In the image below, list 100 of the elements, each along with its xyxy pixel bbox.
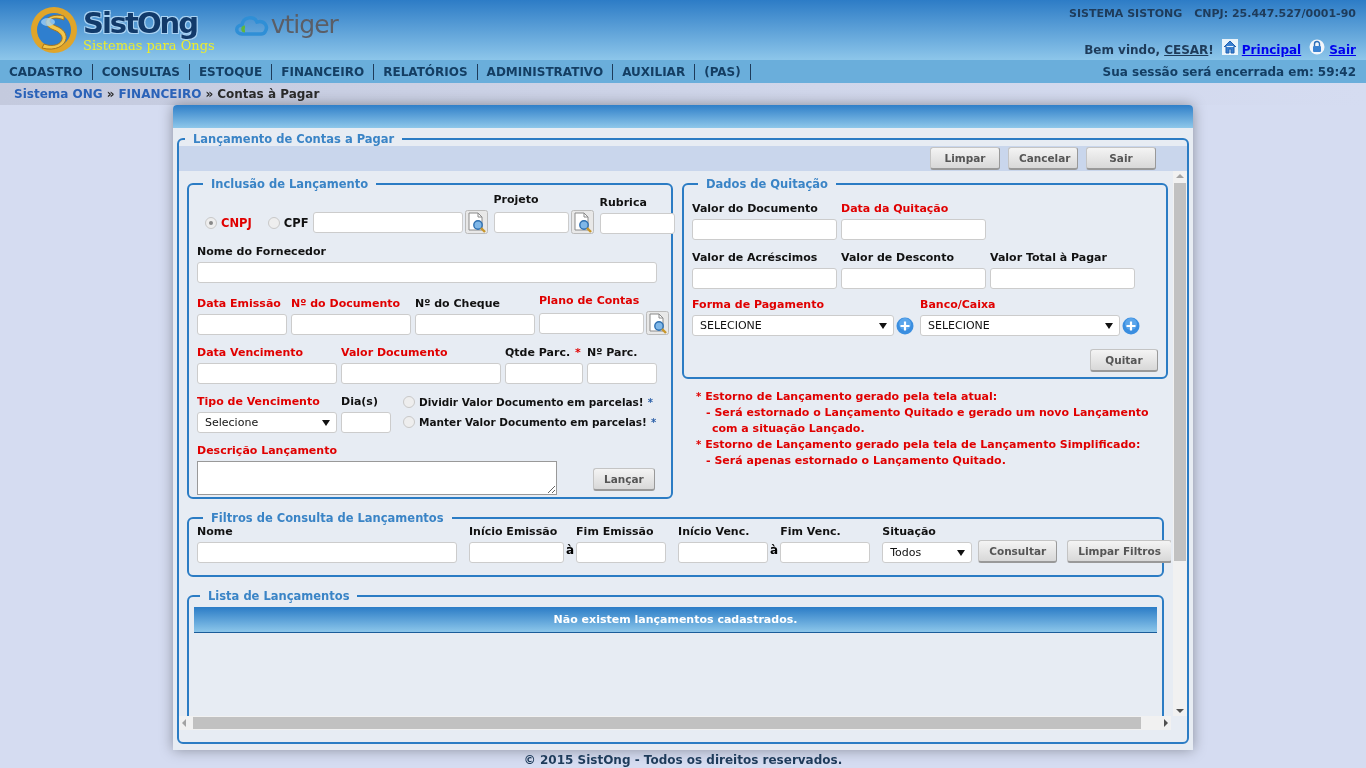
home-icon[interactable] — [1221, 39, 1238, 55]
field-label: Nome — [197, 525, 233, 538]
session-label: Sua sessão será encerrada em: — [1102, 64, 1314, 79]
header-link[interactable]: Principal — [1241, 43, 1302, 57]
document-search-icon[interactable] — [570, 210, 594, 234]
field-label: Nome do Fornecedor — [197, 245, 326, 258]
menu-item[interactable]: ESTOQUE — [189, 63, 273, 80]
field-label: Fim Emissão — [576, 525, 654, 538]
text-field[interactable] — [505, 363, 583, 384]
text-field[interactable] — [692, 268, 837, 289]
text-field[interactable] — [469, 542, 564, 563]
action-button[interactable]: Lançar — [593, 468, 655, 491]
document-search-icon[interactable] — [464, 210, 488, 234]
field-label: Dia(s) — [341, 395, 378, 408]
note-text: Estorno de Lançamento gerado pela tela atual: — [705, 389, 998, 405]
section-title: Inclusão de Lançamento — [210, 177, 370, 191]
text-field[interactable] — [576, 542, 667, 563]
text-field[interactable] — [197, 542, 457, 563]
menu-item[interactable]: RELATÓRIOS — [374, 63, 478, 80]
action-button[interactable]: Quitar — [1090, 349, 1158, 372]
radio-label: Dividir Valor Documento em parcelas! — [419, 396, 644, 408]
text-field[interactable] — [415, 314, 535, 335]
breadcrumb-link[interactable]: Sistema ONG — [14, 87, 103, 101]
field-label: Plano de Contas — [539, 294, 640, 307]
logo-tagline: Sistemas para Ongs — [83, 38, 215, 53]
toolbar-button[interactable]: Sair — [1086, 147, 1156, 170]
note-text: - Será estornado o Lançamento Quitado e gerado um novo Lançamento com a situação Lançado. — [705, 405, 1150, 437]
menu-item[interactable]: AUXILIAR — [613, 63, 696, 80]
document-search-icon[interactable] — [646, 311, 669, 335]
lock-icon[interactable] — [1309, 39, 1326, 55]
footer-text: © 2015 SistOng - Todos os direitos reservados. — [522, 753, 844, 767]
select-field[interactable]: SELECIONE — [692, 315, 894, 336]
select-field[interactable]: Selecione — [197, 412, 337, 433]
text-field[interactable] — [197, 314, 287, 335]
menu-item[interactable]: CONSULTAS — [92, 63, 190, 80]
horizontal-scrollbar[interactable] — [179, 716, 1171, 730]
header-link[interactable]: Sair — [1329, 43, 1356, 57]
toolbar-button[interactable]: Limpar — [930, 147, 1000, 170]
breadcrumb-link[interactable]: FINANCEIRO — [118, 87, 202, 101]
caret-icon — [879, 323, 887, 329]
menu-item[interactable]: FINANCEIRO — [272, 63, 375, 80]
text-field[interactable] — [493, 211, 569, 233]
required-mark: * — [696, 438, 702, 452]
add-icon[interactable] — [896, 316, 914, 335]
required-mark: * — [647, 396, 653, 408]
required-mark: * — [650, 416, 657, 428]
logo-text: vtiger — [270, 12, 338, 38]
radio-label: CNPJ — [221, 216, 252, 230]
text-field[interactable] — [841, 268, 986, 289]
radio-label: Manter Valor Documento em parcelas! — [419, 416, 647, 428]
field-label: Nº do Documento — [291, 297, 401, 310]
section-title: Lista de Lançamentos — [207, 589, 351, 603]
field-label: Tipo de Vencimento — [197, 395, 320, 408]
text-field[interactable] — [692, 219, 837, 240]
text-field[interactable] — [341, 412, 391, 433]
radio-button[interactable] — [205, 217, 217, 229]
note-text: Estorno de Lançamento gerado pela tela de Lançamento Simplificado: — [705, 437, 1141, 453]
menu-item[interactable]: CADASTRO — [0, 63, 93, 80]
field-label: Valor Total à Pagar — [990, 251, 1107, 264]
text-field[interactable] — [539, 312, 644, 334]
breadcrumb-separator: » — [205, 87, 214, 101]
radio-button[interactable] — [267, 217, 280, 229]
field-label: Rubrica — [599, 196, 647, 209]
action-button[interactable]: Consultar — [978, 540, 1058, 563]
menu-item[interactable]: (PAS) — [695, 63, 751, 80]
field-label: Situação — [882, 525, 936, 538]
field-label: Valor Documento — [341, 346, 448, 359]
welcome-text: Bem vindo, CESAR! — [1084, 43, 1214, 57]
text-field[interactable] — [587, 363, 657, 384]
field-label: Data da Quitação — [841, 202, 949, 215]
radio-button[interactable] — [403, 396, 415, 408]
text-field[interactable] — [197, 363, 337, 384]
field-label: Projeto — [493, 193, 539, 206]
select-field[interactable]: SELECIONE — [920, 315, 1120, 336]
text-field[interactable] — [312, 211, 463, 233]
field-label: Início Venc. — [678, 525, 750, 538]
note-text: - Será apenas estornado o Lançamento Quitado. — [705, 453, 1007, 469]
text-field[interactable] — [678, 542, 769, 563]
text-field[interactable] — [780, 542, 871, 563]
required-mark: * — [575, 346, 581, 359]
logo-text: SistOng — [83, 7, 198, 38]
field-label: Nº Parc. — [587, 346, 638, 359]
radio-button[interactable] — [403, 416, 415, 428]
toolbar-button[interactable]: Cancelar — [1008, 147, 1078, 170]
field-label: Data Vencimento — [197, 346, 304, 359]
select-field[interactable]: Todos — [882, 542, 973, 563]
action-button[interactable]: Limpar Filtros — [1067, 540, 1171, 563]
add-icon[interactable] — [1122, 316, 1140, 335]
system-name: SISTEMA SISTONG — [1068, 7, 1183, 20]
menu-item[interactable]: ADMINISTRATIVO — [477, 63, 614, 80]
text-field[interactable] — [197, 262, 657, 283]
text-field[interactable] — [599, 213, 675, 234]
text-area[interactable] — [197, 461, 557, 495]
field-label: Forma de Pagamento — [692, 298, 824, 311]
vertical-scrollbar[interactable] — [1173, 171, 1187, 716]
text-field[interactable] — [341, 363, 501, 384]
text-field[interactable] — [841, 219, 986, 240]
text-field[interactable] — [291, 314, 411, 335]
text-field[interactable] — [990, 268, 1135, 289]
field-label: Início Emissão — [469, 525, 558, 538]
